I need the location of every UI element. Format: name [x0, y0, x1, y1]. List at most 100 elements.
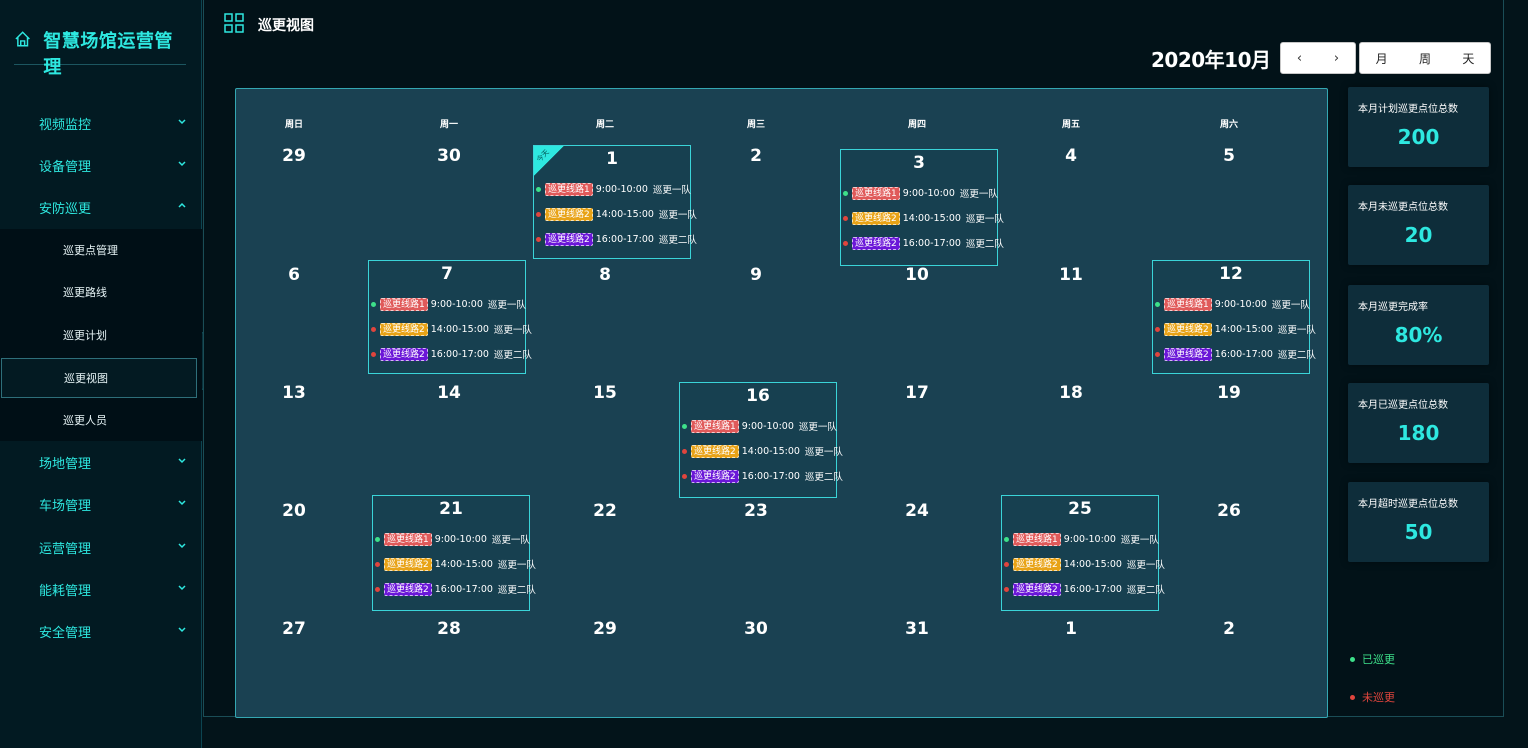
menu-item-parking[interactable]: 车场管理: [0, 483, 202, 525]
menu-item-energy[interactable]: 能耗管理: [0, 568, 202, 610]
submenu-item-patrol-staff[interactable]: 巡更人员: [0, 399, 202, 441]
calendar-day[interactable]: 24: [905, 501, 929, 521]
submenu-item-patrol-routes[interactable]: 巡更路线: [0, 271, 202, 313]
calendar-day[interactable]: 11: [1059, 265, 1083, 285]
patrol-event[interactable]: 巡更线路1 9:00-10:00 巡更一队: [536, 182, 691, 196]
calendar-day[interactable]: 15: [593, 383, 617, 403]
submenu-item-patrol-view[interactable]: 巡更视图: [1, 358, 197, 398]
calendar-day-with-events[interactable]: 16 巡更线路1 9:00-10:00 巡更一队 巡更线路2 14:00-15:00 巡更一…: [679, 382, 843, 498]
menu-item-operation[interactable]: 运营管理: [0, 526, 202, 568]
event-team: 巡更二队: [493, 350, 532, 361]
day-number: 1: [606, 149, 618, 169]
calendar-day[interactable]: 1: [1065, 619, 1077, 639]
home-icon[interactable]: [14, 30, 31, 48]
calendar-day[interactable]: 5: [1223, 146, 1235, 166]
status-dot: [1004, 536, 1009, 542]
menu-item-safety[interactable]: 安全管理: [0, 610, 202, 652]
calendar-day[interactable]: 29: [593, 619, 617, 639]
calendar-day[interactable]: 20: [282, 501, 306, 521]
calendar-day[interactable]: 29: [282, 146, 306, 166]
calendar-day-with-events[interactable]: 今天 1 巡更线路1 9:00-10:00 巡更一队 巡更线路2 14:00-15:00 巡更…: [533, 145, 697, 259]
next-month-button[interactable]: ›: [1318, 43, 1355, 73]
calendar-day-with-events[interactable]: 21 巡更线路1 9:00-10:00 巡更一队 巡更线路2 14:00-15:00 巡更一…: [372, 495, 536, 611]
patrol-event[interactable]: 巡更线路2 14:00-15:00 巡更一队: [371, 322, 532, 336]
route-tag: 巡更线路2: [545, 207, 593, 221]
calendar-day[interactable]: 4: [1065, 146, 1077, 166]
calendar-day[interactable]: 14: [437, 383, 461, 403]
patrol-event[interactable]: 巡更线路1 9:00-10:00 巡更一队: [1155, 297, 1310, 311]
legend-label: 已巡更: [1362, 653, 1395, 666]
calendar-day-with-events[interactable]: 25 巡更线路1 9:00-10:00 巡更一队 巡更线路2 14:00-15:00 巡更一…: [1001, 495, 1165, 611]
patrol-event[interactable]: 巡更线路2 14:00-15:00 巡更一队: [682, 444, 843, 458]
patrol-event[interactable]: 巡更线路2 14:00-15:00 巡更一队: [536, 207, 697, 221]
calendar-day[interactable]: 31: [905, 619, 929, 639]
status-dot: [536, 236, 541, 242]
calendar-day[interactable]: 2: [750, 146, 762, 166]
calendar-day-with-events[interactable]: 7 巡更线路1 9:00-10:00 巡更一队 巡更线路2 14:00-15:00 巡更一队…: [368, 260, 532, 374]
calendar-day[interactable]: 27: [282, 619, 306, 639]
calendar-day-with-events[interactable]: 12 巡更线路1 9:00-10:00 巡更一队 巡更线路2 14:00-15:00 巡更一…: [1152, 260, 1316, 374]
status-dot: [375, 536, 380, 542]
calendar-day[interactable]: 13: [282, 383, 306, 403]
event-team: 巡更二队: [1277, 350, 1316, 361]
calendar-day[interactable]: 30: [744, 619, 768, 639]
event-team: 巡更一队: [965, 214, 1004, 225]
patrol-event[interactable]: 巡更线路2 16:00-17:00 巡更二队: [682, 469, 843, 483]
weekday-header: 周五: [1061, 120, 1081, 130]
patrol-event[interactable]: 巡更线路1 9:00-10:00 巡更一队: [1004, 532, 1159, 546]
patrol-event[interactable]: 巡更线路2 14:00-15:00 巡更一队: [1004, 557, 1165, 571]
calendar-day[interactable]: 22: [593, 501, 617, 521]
event-team: 巡更二队: [965, 239, 1004, 250]
patrol-event[interactable]: 巡更线路1 9:00-10:00 巡更一队: [682, 419, 837, 433]
calendar-day-with-events[interactable]: 3 巡更线路1 9:00-10:00 巡更一队 巡更线路2 14:00-15:00 巡更一队…: [840, 149, 1004, 266]
view-month-button[interactable]: 月: [1360, 50, 1403, 67]
event-time: 9:00-10:00: [1214, 298, 1267, 310]
event-team: 巡更一队: [804, 447, 843, 458]
route-tag: 巡更线路1: [852, 186, 900, 200]
menu-item-video[interactable]: 视频监控: [0, 102, 202, 144]
patrol-event[interactable]: 巡更线路2 16:00-17:00 巡更二队: [1155, 347, 1316, 361]
event-team: 巡更二队: [658, 235, 697, 246]
patrol-event[interactable]: 巡更线路1 9:00-10:00 巡更一队: [371, 297, 526, 311]
calendar-day[interactable]: 26: [1217, 501, 1241, 521]
menu-item-patrol[interactable]: 安防巡更: [0, 186, 202, 228]
calendar-day[interactable]: 2: [1223, 619, 1235, 639]
calendar-day[interactable]: 30: [437, 146, 461, 166]
calendar-day[interactable]: 19: [1217, 383, 1241, 403]
route-tag: 巡更线路2: [691, 469, 739, 483]
patrol-event[interactable]: 巡更线路2 14:00-15:00 巡更一队: [375, 557, 536, 571]
calendar-day[interactable]: 17: [905, 383, 929, 403]
status-dot: [1155, 301, 1160, 307]
calendar-day[interactable]: 10: [905, 265, 929, 285]
patrol-event[interactable]: 巡更线路2 14:00-15:00 巡更一队: [1155, 322, 1316, 336]
legend-missed: 未巡更: [1350, 689, 1395, 705]
patrol-event[interactable]: 巡更线路2 14:00-15:00 巡更一队: [843, 211, 1004, 225]
calendar-day[interactable]: 28: [437, 619, 461, 639]
sidebar-header: 智慧场馆运营管理: [14, 22, 186, 78]
calendar-day[interactable]: 23: [744, 501, 768, 521]
weekday-header: 周二: [595, 120, 615, 130]
view-week-button[interactable]: 周: [1403, 50, 1446, 67]
calendar-day[interactable]: 9: [750, 265, 762, 285]
patrol-event[interactable]: 巡更线路2 16:00-17:00 巡更二队: [375, 582, 536, 596]
patrol-event[interactable]: 巡更线路2 16:00-17:00 巡更二队: [536, 232, 697, 246]
calendar-day[interactable]: 6: [288, 265, 300, 285]
calendar-day[interactable]: 8: [599, 265, 611, 285]
menu-item-device[interactable]: 设备管理: [0, 144, 202, 186]
patrol-event[interactable]: 巡更线路1 9:00-10:00 巡更一队: [375, 532, 530, 546]
patrol-event[interactable]: 巡更线路1 9:00-10:00 巡更一队: [843, 186, 998, 200]
patrol-event[interactable]: 巡更线路2 16:00-17:00 巡更二队: [371, 347, 532, 361]
view-day-button[interactable]: 天: [1447, 50, 1490, 67]
event-time: 9:00-10:00: [430, 298, 483, 310]
status-dot: [1004, 561, 1009, 567]
calendar-day[interactable]: 18: [1059, 383, 1083, 403]
menu-item-venue[interactable]: 场地管理: [0, 441, 202, 483]
menu-label: 运营管理: [39, 541, 92, 557]
submenu-item-patrol-points[interactable]: 巡更点管理: [0, 229, 202, 271]
prev-month-button[interactable]: ‹: [1281, 43, 1318, 73]
event-time: 16:00-17:00: [1214, 348, 1273, 360]
patrol-event[interactable]: 巡更线路2 16:00-17:00 巡更二队: [843, 236, 1004, 250]
chevron-down-icon: [178, 543, 186, 549]
patrol-event[interactable]: 巡更线路2 16:00-17:00 巡更二队: [1004, 582, 1165, 596]
submenu-item-patrol-plan[interactable]: 巡更计划: [0, 314, 202, 356]
